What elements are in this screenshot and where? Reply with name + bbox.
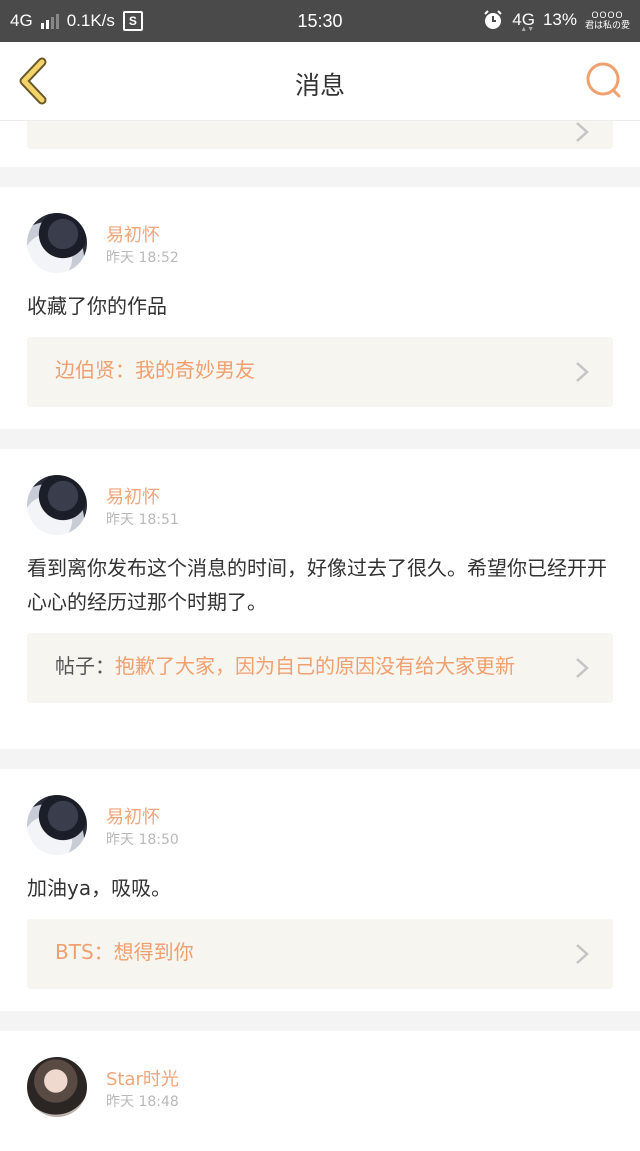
search-icon[interactable]	[582, 58, 626, 102]
quote-partial[interactable]	[27, 121, 613, 149]
quote-title: BTS：想得到你	[55, 940, 194, 964]
chevron-right-icon	[576, 122, 589, 142]
sender-name[interactable]: 易初怀	[106, 483, 160, 509]
status-right: 4G ▲▼ 13% OOOO 君は私の愛	[482, 9, 630, 33]
message-card: Star时光 昨天 18:48	[0, 1031, 640, 1151]
quoted-work[interactable]: BTS：想得到你	[27, 919, 613, 989]
page-title: 消息	[294, 71, 345, 100]
quote-title: 抱歉了大家，因为自己的原因没有给大家更新	[115, 654, 515, 678]
message-card: 易初怀 昨天 18:50 加油ya，吸吸。 BTS：想得到你	[0, 769, 640, 1011]
message-header: 易初怀 昨天 18:51	[0, 449, 640, 535]
sender-name[interactable]: Star时光	[106, 1065, 179, 1091]
message-header: 易初怀 昨天 18:52	[0, 187, 640, 273]
message-feed: 易初怀 昨天 18:52 收藏了你的作品 边伯贤：我的奇妙男友 易初怀 昨天 1…	[0, 121, 640, 1151]
quoted-post[interactable]: 帖子：抱歉了大家，因为自己的原因没有给大家更新	[27, 633, 613, 703]
message-time: 昨天 18:50	[106, 832, 179, 848]
message-time: 昨天 18:52	[106, 250, 179, 266]
message-text: 加油ya，吸吸。	[27, 876, 172, 900]
sender-name[interactable]: 易初怀	[106, 803, 160, 829]
message-time: 昨天 18:48	[106, 1094, 179, 1110]
avatar[interactable]	[27, 795, 87, 855]
message-card-partial	[0, 121, 640, 167]
message-header: Star时光 昨天 18:48	[0, 1031, 640, 1117]
message-text: 看到离你发布这个消息的时间，好像过去了很久。希望你已经开开心心的经历过那个时期了…	[27, 556, 607, 614]
avatar[interactable]	[27, 213, 87, 273]
brand-logo: OOOO 君は私の愛	[584, 10, 630, 30]
status-bar: 4G 0.1K/s S 15:30 4G ▲▼ 13% OOOO 君は私の愛	[0, 0, 640, 42]
message-time: 昨天 18:51	[106, 512, 179, 528]
message-card: 易初怀 昨天 18:51 看到离你发布这个消息的时间，好像过去了很久。希望你已经…	[0, 449, 640, 749]
quote-lead: 帖子：	[55, 654, 115, 678]
message-header: 易初怀 昨天 18:50	[0, 769, 640, 855]
chevron-right-icon	[576, 362, 589, 382]
sender-name[interactable]: 易初怀	[106, 221, 160, 247]
nav-bar: 消息	[0, 42, 640, 121]
network-type-right: 4G ▲▼	[512, 10, 535, 33]
quote-title: 边伯贤：我的奇妙男友	[55, 358, 255, 382]
avatar[interactable]	[27, 1057, 87, 1117]
chevron-right-icon	[576, 658, 589, 678]
quoted-work[interactable]: 边伯贤：我的奇妙男友	[27, 337, 613, 407]
message-text: 收藏了你的作品	[27, 294, 167, 318]
avatar[interactable]	[27, 475, 87, 535]
message-card: 易初怀 昨天 18:52 收藏了你的作品 边伯贤：我的奇妙男友	[0, 187, 640, 429]
alarm-icon	[484, 10, 502, 29]
chevron-right-icon	[576, 944, 589, 964]
battery-level: 13%	[542, 10, 577, 29]
